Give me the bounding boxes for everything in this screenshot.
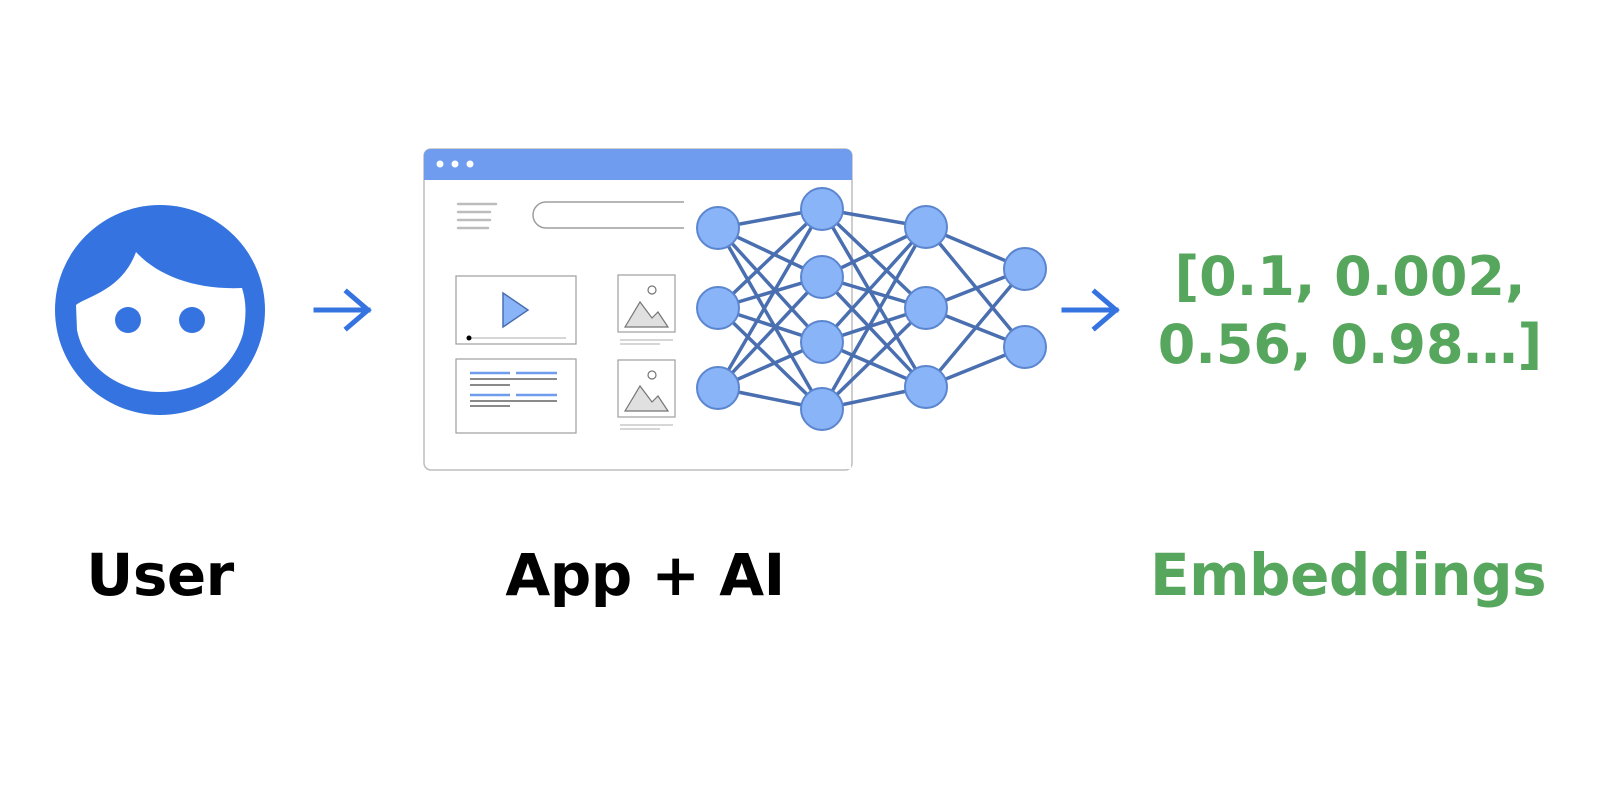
arrow-right-icon (313, 288, 372, 332)
window-dot (436, 160, 444, 168)
user-face-icon (55, 205, 265, 415)
network-node (1003, 325, 1047, 369)
embedding-vector-line-1: [0.1, 0.002, (1174, 245, 1526, 308)
network-node (800, 387, 844, 431)
network-node (800, 255, 844, 299)
text-card (455, 358, 577, 434)
video-card (455, 275, 577, 345)
embedding-vector: [0.1, 0.002, 0.56, 0.98…] (1140, 243, 1560, 379)
network-node (800, 320, 844, 364)
network-node (800, 187, 844, 231)
embeddings-label: Embeddings (1150, 541, 1547, 609)
right-eye (179, 307, 205, 333)
embedding-vector-line-2: 0.56, 0.98…] (1157, 313, 1543, 376)
network-node (696, 286, 740, 330)
user-label: User (86, 541, 234, 609)
window-dot (466, 160, 474, 168)
arrow-right-icon (1061, 288, 1120, 332)
app-ai-label: App + AI (505, 541, 785, 609)
network-node (696, 206, 740, 250)
browser-window-icon (423, 148, 853, 471)
left-eye (115, 307, 141, 333)
network-node (1003, 247, 1047, 291)
browser-title-bar (424, 149, 852, 180)
diagram-canvas (55, 148, 1120, 471)
window-dot (451, 160, 459, 168)
network-node (904, 365, 948, 409)
network-node (904, 286, 948, 330)
network-node (696, 366, 740, 410)
network-node (904, 205, 948, 249)
